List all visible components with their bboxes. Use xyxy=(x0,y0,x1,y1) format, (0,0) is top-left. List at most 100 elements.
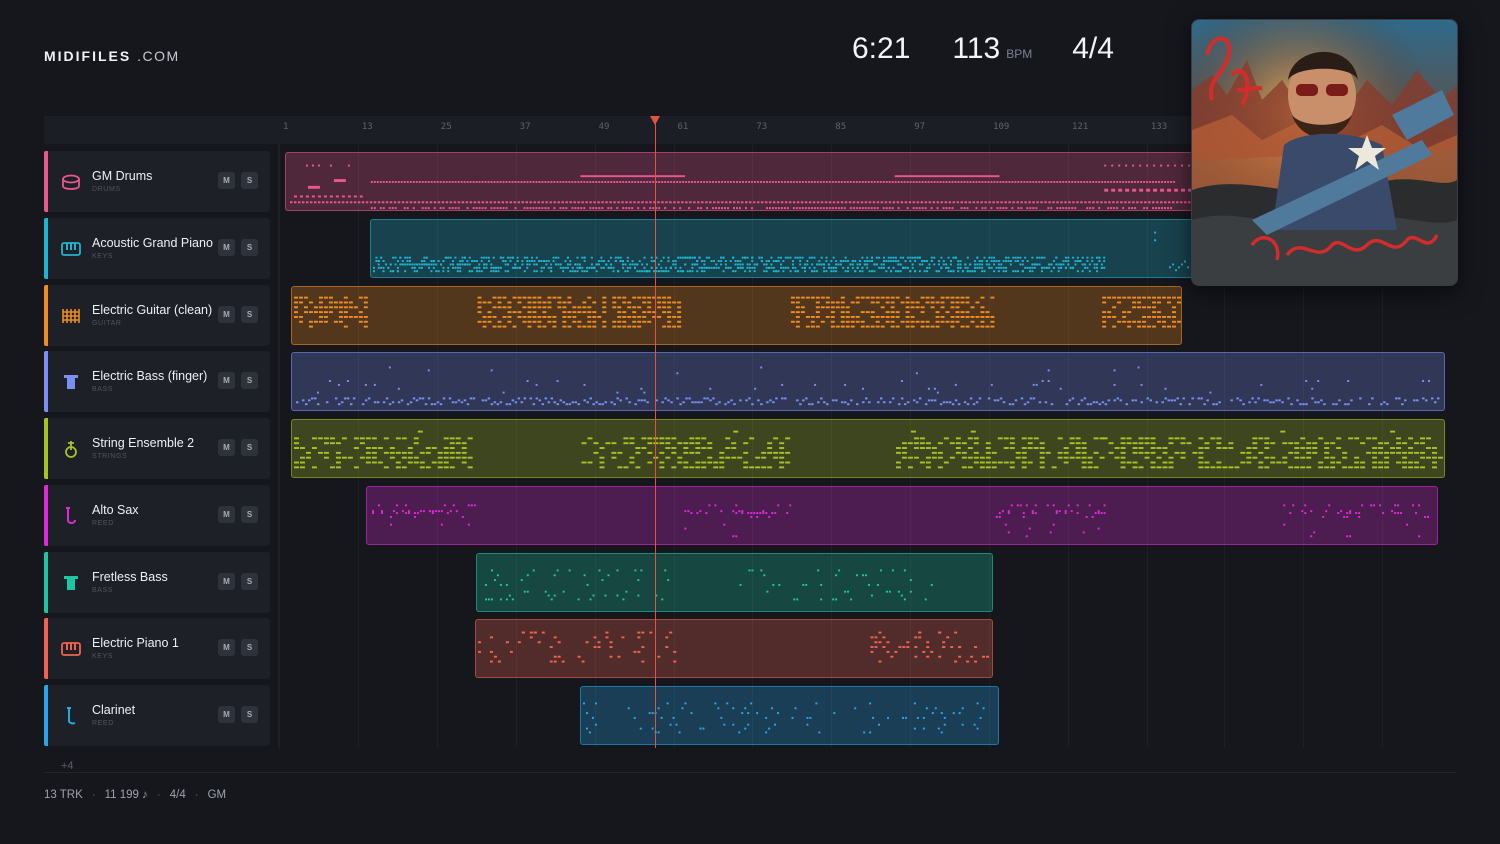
drum-icon xyxy=(60,171,82,193)
track-name: Electric Guitar (clean) xyxy=(92,302,213,317)
piano-icon xyxy=(60,638,82,660)
mute-button[interactable]: M xyxy=(218,706,235,723)
track-name: Fretless Bass xyxy=(92,569,168,584)
bass-icon xyxy=(60,572,82,594)
separator-dot: · xyxy=(91,789,96,801)
album-cover-art xyxy=(1192,20,1457,285)
track-header[interactable]: Fretless Bass BASS M S xyxy=(44,551,270,613)
sax-icon xyxy=(60,505,82,527)
tempo-readout: 113 BPM xyxy=(952,32,1032,66)
duration-readout: 6:21 xyxy=(852,32,911,65)
track-color-strip xyxy=(44,484,48,546)
track-color-strip xyxy=(44,284,48,346)
track-category: STRINGS xyxy=(92,453,128,460)
track-category: REED xyxy=(92,720,114,727)
track-name: Clarinet xyxy=(92,703,136,717)
track-header[interactable]: Clarinet REED M S xyxy=(44,685,270,746)
clip-notes xyxy=(372,231,1190,272)
track-category: BASS xyxy=(92,586,114,594)
ruler-tick: 61 xyxy=(677,122,689,132)
tempo-value: 113 xyxy=(952,32,1001,65)
midi-clip[interactable] xyxy=(285,152,1195,211)
track-color-strip xyxy=(44,351,48,413)
mute-button[interactable]: M xyxy=(218,639,235,657)
track-name: String Ensemble 2 xyxy=(92,436,195,450)
mute-button[interactable]: M xyxy=(218,572,235,590)
mute-button[interactable]: M xyxy=(218,505,235,523)
track-color-strip xyxy=(44,418,48,479)
ruler-tick: 13 xyxy=(361,122,373,132)
mute-button[interactable]: M xyxy=(218,305,235,323)
midi-clip[interactable] xyxy=(291,419,1445,478)
mute-button[interactable]: M xyxy=(218,439,235,456)
solo-button[interactable]: S xyxy=(241,639,258,657)
brand-name: MIDIFILES xyxy=(44,48,132,64)
ruler-tick: 121 xyxy=(1072,122,1089,132)
midi-clip[interactable] xyxy=(370,218,1195,278)
solo-button[interactable]: S xyxy=(241,238,258,256)
brand-suffix: .COM xyxy=(137,48,180,64)
solo-button[interactable]: S xyxy=(241,572,258,590)
midi-clip[interactable] xyxy=(291,285,1182,345)
time-signature-readout: 4/4 xyxy=(1072,32,1114,65)
solo-button[interactable]: S xyxy=(241,706,258,723)
clip-notes xyxy=(293,430,1444,469)
track-name: Electric Bass (finger) xyxy=(92,369,208,384)
ruler-tick: 85 xyxy=(835,122,847,132)
track-category: GUITAR xyxy=(92,319,122,327)
track-color-strip xyxy=(44,151,48,212)
track-color-strip xyxy=(44,685,48,746)
track-color-strip xyxy=(44,618,48,680)
ruler-tick: 73 xyxy=(756,122,768,132)
piano-icon xyxy=(60,238,82,260)
mute-button[interactable]: M xyxy=(218,372,235,390)
note-count: 11 199 ♪ xyxy=(104,789,148,801)
clip-notes xyxy=(477,631,990,663)
midi-clip[interactable] xyxy=(291,352,1445,412)
bass-icon xyxy=(60,371,82,393)
track-header[interactable]: Acoustic Grand Piano KEYS M S xyxy=(44,217,270,279)
clip-notes xyxy=(371,504,1430,537)
solo-button[interactable]: S xyxy=(241,439,258,456)
track-header[interactable]: Electric Guitar (clean) GUITAR M S xyxy=(44,284,270,346)
track-name: GM Drums xyxy=(92,169,153,183)
track-category: DRUMS xyxy=(92,186,121,193)
album-cover xyxy=(1191,19,1458,286)
mute-button[interactable]: M xyxy=(218,238,235,256)
solo-button[interactable]: S xyxy=(241,305,258,323)
solo-button[interactable]: S xyxy=(241,372,258,390)
ruler-tick: 109 xyxy=(993,122,1010,132)
file-summary: 13 TRK · 11 199 ♪ · 4/4 · GM xyxy=(44,789,226,801)
track-count: 13 TRK xyxy=(44,789,83,801)
separator-dot: · xyxy=(194,789,199,801)
track-color-strip xyxy=(44,551,48,613)
clip-notes xyxy=(289,164,1194,210)
playhead-line[interactable] xyxy=(655,116,656,748)
footer-divider xyxy=(44,772,1456,773)
bar-grid-line xyxy=(279,144,280,748)
solo-button[interactable]: S xyxy=(241,505,258,523)
clarinet-icon xyxy=(60,705,82,727)
track-category: KEYS xyxy=(92,653,114,661)
track-name: Alto Sax xyxy=(92,502,139,517)
brand-logo: MIDIFILES .COM xyxy=(44,48,180,64)
tempo-unit: BPM xyxy=(1006,47,1033,61)
strings-icon xyxy=(60,438,82,460)
midi-clip[interactable] xyxy=(580,686,999,745)
ruler-tick: 133 xyxy=(1150,122,1168,132)
ruler-tick: 37 xyxy=(519,122,531,132)
solo-button[interactable]: S xyxy=(241,172,258,189)
track-header[interactable]: Electric Piano 1 KEYS M S xyxy=(44,618,270,680)
midi-clip[interactable] xyxy=(366,485,1438,545)
track-header[interactable]: Electric Bass (finger) BASS M S xyxy=(44,351,270,413)
more-tracks-indicator[interactable]: +4 xyxy=(61,760,74,772)
ruler-tick: 25 xyxy=(440,122,452,132)
mute-button[interactable]: M xyxy=(218,172,235,189)
track-header[interactable]: GM Drums DRUMS M S xyxy=(44,151,270,212)
separator-dot: · xyxy=(156,789,161,801)
track-header[interactable]: String Ensemble 2 STRINGS M S xyxy=(44,418,270,479)
midi-clip[interactable] xyxy=(475,619,993,679)
track-header[interactable]: Alto Sax REED M S xyxy=(44,484,270,546)
midi-standard: GM xyxy=(207,789,227,801)
midi-clip[interactable] xyxy=(476,552,993,612)
